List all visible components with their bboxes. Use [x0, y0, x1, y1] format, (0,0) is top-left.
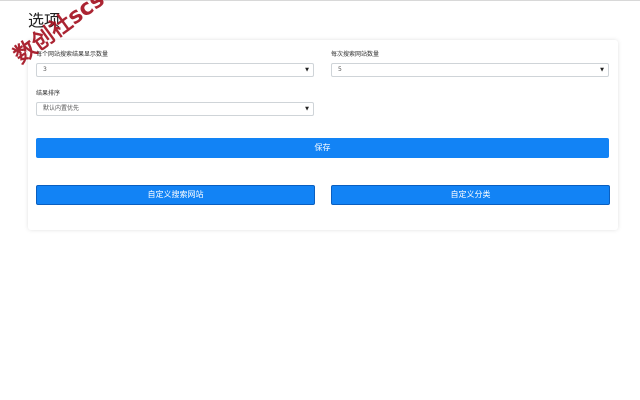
per-site-results-value: 3: [43, 66, 47, 73]
caret-down-icon: ▼: [305, 67, 309, 73]
per-site-results-field: 每个网站搜索结果显示数量 3 ▼: [36, 51, 314, 77]
options-card: 每个网站搜索结果显示数量 3 ▼ 每次搜索网站数量 5 ▼ 结果排序 默认内置优…: [28, 40, 618, 230]
caret-down-icon: ▼: [600, 67, 604, 73]
sites-per-search-field: 每次搜索网站数量 5 ▼: [331, 51, 609, 77]
sort-order-field: 结果排序 默认内置优先 ▼: [36, 90, 314, 116]
sites-per-search-value: 5: [338, 66, 342, 73]
sort-order-select[interactable]: 默认内置优先 ▼: [36, 102, 314, 116]
per-site-results-select[interactable]: 3 ▼: [36, 63, 314, 77]
sort-order-label: 结果排序: [36, 90, 61, 97]
custom-sites-button[interactable]: 自定义搜索网站: [36, 185, 315, 205]
sites-per-search-select[interactable]: 5 ▼: [331, 63, 609, 77]
save-button[interactable]: 保存: [36, 138, 609, 158]
custom-categories-button[interactable]: 自定义分类: [331, 185, 610, 205]
caret-down-icon: ▼: [305, 106, 309, 112]
per-site-results-label: 每个网站搜索结果显示数量: [36, 51, 109, 58]
sites-per-search-label: 每次搜索网站数量: [331, 51, 380, 58]
sort-order-value: 默认内置优先: [43, 105, 80, 112]
